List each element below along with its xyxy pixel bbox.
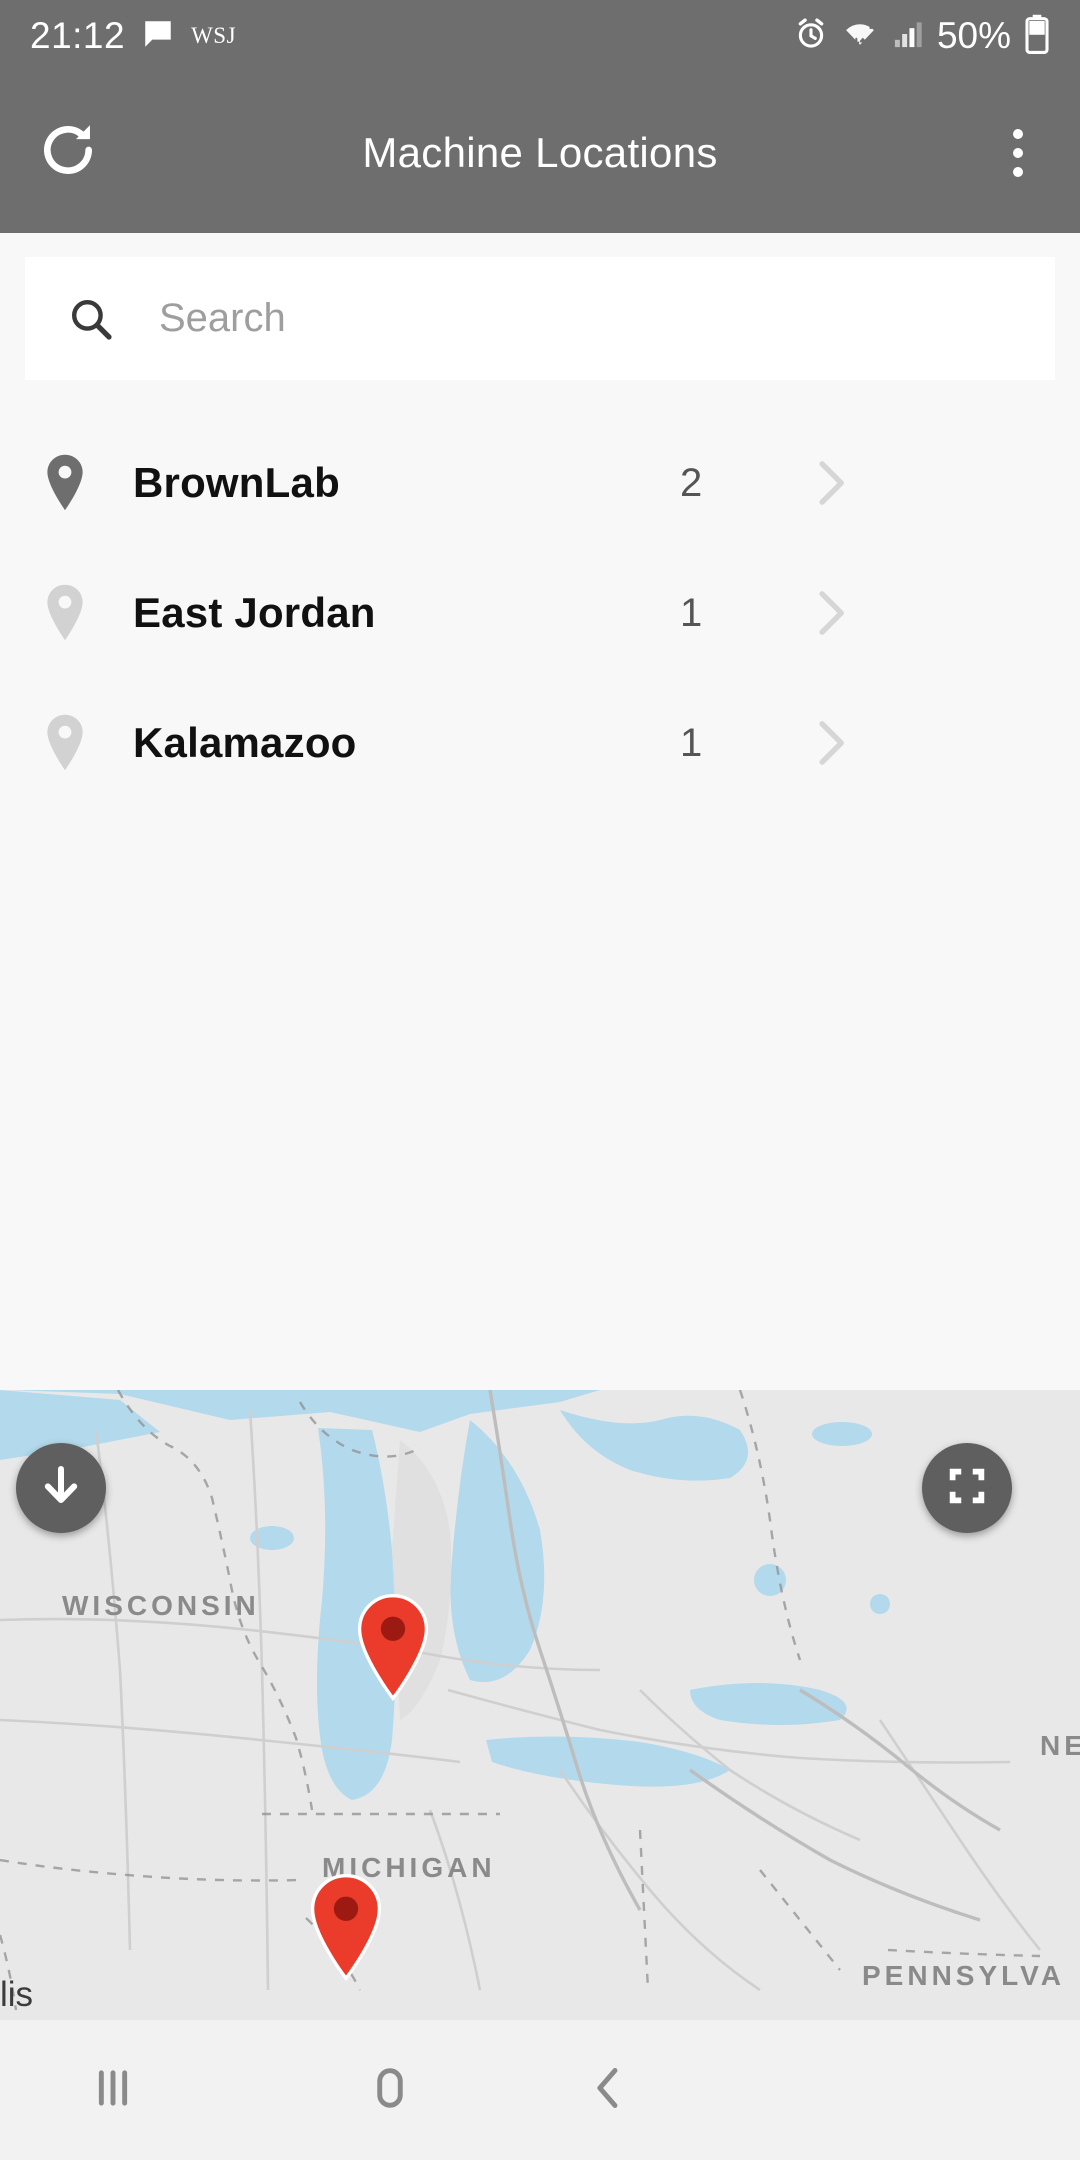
location-pin-icon [41, 713, 89, 773]
home-icon [362, 2060, 418, 2121]
more-vertical-icon [1013, 147, 1023, 158]
home-button[interactable] [330, 2030, 450, 2150]
location-pin-icon [41, 583, 89, 643]
recents-button[interactable] [53, 2030, 173, 2150]
map-city-label: lis [0, 1975, 34, 2014]
map-fullscreen-button[interactable] [922, 1443, 1012, 1533]
wifi-icon [841, 17, 879, 56]
map-region-label: WISCONSIN [62, 1590, 260, 1621]
message-bubble-icon [141, 17, 175, 56]
map-canvas [0, 1390, 1080, 2020]
map-view[interactable]: WISCONSIN MICHIGAN PENNSYLVA NE lis Chic… [0, 1390, 1080, 2020]
alarm-clock-icon [794, 17, 828, 56]
chevron-right-icon[interactable] [800, 713, 860, 773]
map-marker-brownlab[interactable] [352, 1593, 434, 1701]
search-input[interactable] [159, 257, 1055, 380]
recents-icon [85, 2060, 141, 2121]
status-bar: 21:12 WSJ 50% [0, 0, 1080, 72]
cellular-signal-icon [892, 18, 924, 55]
more-vertical-icon [1013, 166, 1023, 177]
search-icon [67, 295, 115, 343]
map-region-label: NE [1040, 1730, 1080, 1761]
list-item[interactable]: Kalamazoo 1 [0, 678, 1080, 808]
overflow-menu-button[interactable] [982, 111, 1054, 195]
back-icon [580, 2060, 636, 2121]
list-item[interactable]: East Jordan 1 [0, 548, 1080, 678]
list-item-count: 2 [680, 460, 703, 505]
map-region-label: PENNSYLVA [862, 1960, 1065, 1991]
status-time: 21:12 [30, 15, 126, 56]
page-title: Machine Locations [362, 128, 718, 176]
chevron-right-icon[interactable] [800, 583, 860, 643]
more-vertical-icon [1013, 128, 1023, 139]
location-list: BrownLab 2 East Jordan 1 Kalamazoo 1 [0, 418, 1080, 808]
battery-icon [1024, 14, 1050, 59]
map-marker-kalamazoo[interactable] [305, 1873, 387, 1981]
chevron-right-icon[interactable] [800, 453, 860, 513]
wsj-notification-icon: WSJ [191, 23, 237, 48]
list-item-label: East Jordan [133, 589, 376, 636]
location-pin-icon [41, 453, 89, 513]
list-item-label: BrownLab [133, 459, 340, 506]
status-bar-right: 50% [794, 14, 1050, 59]
battery-percent-label: 50% [936, 15, 1011, 56]
search-bar[interactable] [25, 257, 1055, 380]
app-bar: Machine Locations [0, 72, 1080, 233]
map-collapse-button[interactable] [16, 1443, 106, 1533]
list-item[interactable]: BrownLab 2 [0, 418, 1080, 548]
fullscreen-expand-icon [944, 1463, 990, 1514]
list-item-count: 1 [680, 720, 703, 765]
android-navigation-bar [0, 2020, 1080, 2160]
list-item-label: Kalamazoo [133, 719, 357, 766]
back-button[interactable] [548, 2030, 668, 2150]
arrow-down-icon [37, 1462, 85, 1515]
status-bar-left: 21:12 WSJ [30, 15, 236, 57]
list-item-count: 1 [680, 590, 703, 635]
